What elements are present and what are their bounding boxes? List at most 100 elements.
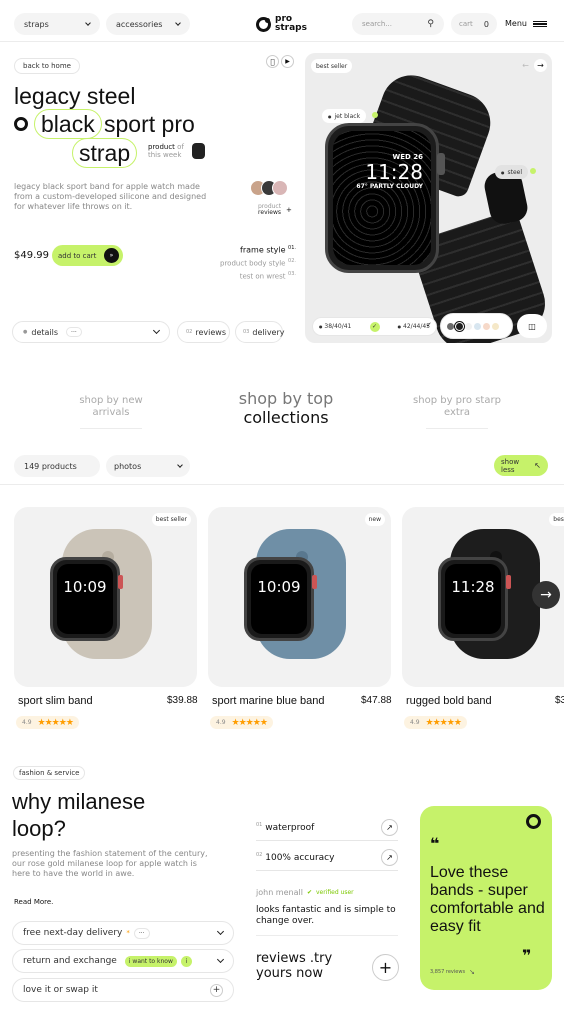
- product-name[interactable]: sport marine blue band: [212, 695, 325, 707]
- accordion-return[interactable]: return and exchange i want to know i: [12, 949, 234, 973]
- style-option[interactable]: frame style 01.: [216, 243, 296, 256]
- add-to-cart-button[interactable]: add to cart »: [52, 245, 123, 266]
- watch-weather: 67° PARTLY CLOUDY: [356, 183, 423, 190]
- search-icon: ⚲: [427, 19, 434, 29]
- color-swatch[interactable]: [447, 322, 454, 330]
- size-selector[interactable]: ● 38/40/41 ✓ ● 42/44/45: [312, 317, 437, 336]
- add-review-button[interactable]: +: [372, 954, 399, 981]
- color-swatch[interactable]: [465, 322, 472, 330]
- reviews-cta-line1: reviews .try: [256, 951, 333, 966]
- color-swatch[interactable]: [474, 322, 481, 330]
- show-less-label: show less: [501, 457, 520, 474]
- product-name[interactable]: sport slim band: [18, 695, 93, 707]
- verified-icon: ✔: [306, 889, 312, 896]
- product-reviews-label[interactable]: product reviews: [258, 204, 281, 216]
- details-tab[interactable]: ● details ···: [12, 321, 170, 343]
- logo-icon: [526, 814, 541, 829]
- cart-label: cart: [459, 20, 473, 28]
- tab-pro-extra[interactable]: shop by pro starp extra: [405, 395, 509, 419]
- read-more-link[interactable]: Read More.: [14, 898, 53, 906]
- show-less-button[interactable]: show less ↖: [494, 455, 548, 476]
- check-icon: ✓: [426, 321, 432, 329]
- carousel-next-button[interactable]: →: [532, 581, 560, 609]
- mini-watch-icon: [192, 143, 205, 159]
- tab-new-arrivals-line2: arrivals: [92, 407, 130, 418]
- color-swatch[interactable]: [454, 320, 465, 332]
- product-card[interactable]: new 10:09: [208, 507, 391, 687]
- arrow-right-icon[interactable]: →: [534, 59, 547, 72]
- back-to-home-link[interactable]: back to home: [14, 58, 80, 74]
- arrow-up-right-icon[interactable]: ↗: [381, 849, 398, 866]
- apple-icon[interactable]: : [266, 55, 279, 68]
- hero-title-word-black: black: [34, 109, 102, 139]
- brand-logo[interactable]: pro straps: [256, 15, 307, 33]
- review-divider: [256, 935, 398, 936]
- delivery-tab[interactable]: 03 delivery: [235, 321, 285, 343]
- product-rating: 4.9 ★★★★★: [404, 716, 467, 729]
- logo-icon: [256, 16, 271, 32]
- feature-label: 100% accuracy: [265, 853, 335, 863]
- product-of-label: product: [148, 143, 175, 151]
- filter-accessories-dropdown[interactable]: accessories: [106, 13, 190, 35]
- cart-button[interactable]: cart 0: [451, 13, 497, 35]
- reviews-tab-num: 02: [186, 329, 193, 335]
- size-option-1[interactable]: ● 38/40/41: [319, 323, 351, 330]
- this-week-label: this week: [148, 151, 182, 159]
- product-badge: best seller: [151, 513, 191, 526]
- arrow-up-right-icon[interactable]: ↗: [381, 819, 398, 836]
- chevron-down-icon: [175, 19, 181, 26]
- chevron-down-icon: [216, 927, 225, 936]
- color-swatch[interactable]: [492, 322, 499, 330]
- watch-time: 10:09: [63, 578, 107, 596]
- reviewer-avatars[interactable]: [250, 180, 288, 196]
- material-tag-steel[interactable]: ● steel: [495, 165, 529, 179]
- product-price: $47.88: [361, 695, 392, 706]
- search-input[interactable]: search... ⚲: [352, 13, 444, 35]
- watch-screen: 11:28: [445, 564, 501, 634]
- style-option-num: 01.: [288, 245, 296, 251]
- rating-stars-icon: ★★★★★: [231, 717, 268, 728]
- review-count[interactable]: 3,857 reviews ↘: [430, 968, 475, 976]
- watch-case: WED 26 11:28 67° PARTLY CLOUDY: [325, 123, 439, 273]
- feature-label: waterproof: [265, 823, 315, 833]
- back-label: back to home: [23, 62, 71, 70]
- accordion-badge: i want to know: [124, 955, 177, 967]
- filter-straps-dropdown[interactable]: straps: [14, 13, 100, 35]
- testimonial-card: ❝ Love these bands - super comfortable a…: [420, 806, 552, 990]
- reviews-label-line2: reviews: [258, 209, 282, 216]
- color-swatches[interactable]: [440, 313, 513, 339]
- accordion-delivery[interactable]: free next-day delivery * ···: [12, 921, 234, 945]
- compare-icon[interactable]: ◫: [517, 314, 547, 338]
- product-card[interactable]: best seller 10:09: [14, 507, 197, 687]
- hamburger-icon: [532, 19, 547, 29]
- reviews-tab[interactable]: 02 reviews: [177, 321, 230, 343]
- accordion-swap[interactable]: love it or swap it +: [12, 978, 234, 1002]
- jet-black-label: jet black: [334, 112, 361, 120]
- tab-underline: [80, 428, 142, 429]
- product-name[interactable]: rugged bold band: [406, 695, 492, 707]
- feature-num: 02: [256, 852, 263, 858]
- photos-dropdown[interactable]: photos: [106, 455, 190, 477]
- quote-close-icon: ❞: [522, 946, 532, 965]
- style-option[interactable]: test on wrest 03.: [216, 269, 296, 283]
- color-swatch[interactable]: [483, 322, 490, 330]
- tab-new-arrivals-line1: shop by new: [79, 395, 143, 406]
- style-option-num: 02.: [288, 257, 296, 264]
- tab-new-arrivals[interactable]: shop by new arrivals: [70, 395, 152, 419]
- style-option[interactable]: product body style 02.: [216, 256, 296, 270]
- product-price: $39.88: [167, 695, 198, 706]
- play-store-icon[interactable]: ▶: [281, 55, 294, 68]
- photos-label: photos: [114, 461, 142, 471]
- tab-top-collections[interactable]: shop by top collections: [225, 389, 347, 427]
- menu-button[interactable]: Menu: [505, 19, 547, 29]
- arrow-left-icon[interactable]: ←: [519, 59, 532, 72]
- search-placeholder: search...: [362, 20, 392, 28]
- hero-price: $49.99: [14, 250, 49, 261]
- watch-case: 11:28: [438, 557, 508, 641]
- cart-count: 0: [483, 19, 489, 29]
- material-tag-jet-black[interactable]: ● jet black: [322, 109, 367, 123]
- product-count-label: 149 products: [24, 461, 77, 471]
- reviews-tab-label: reviews: [195, 327, 226, 337]
- tab-top-collections-line1: shop by top: [238, 389, 334, 408]
- delivery-tab-label: delivery: [252, 327, 285, 337]
